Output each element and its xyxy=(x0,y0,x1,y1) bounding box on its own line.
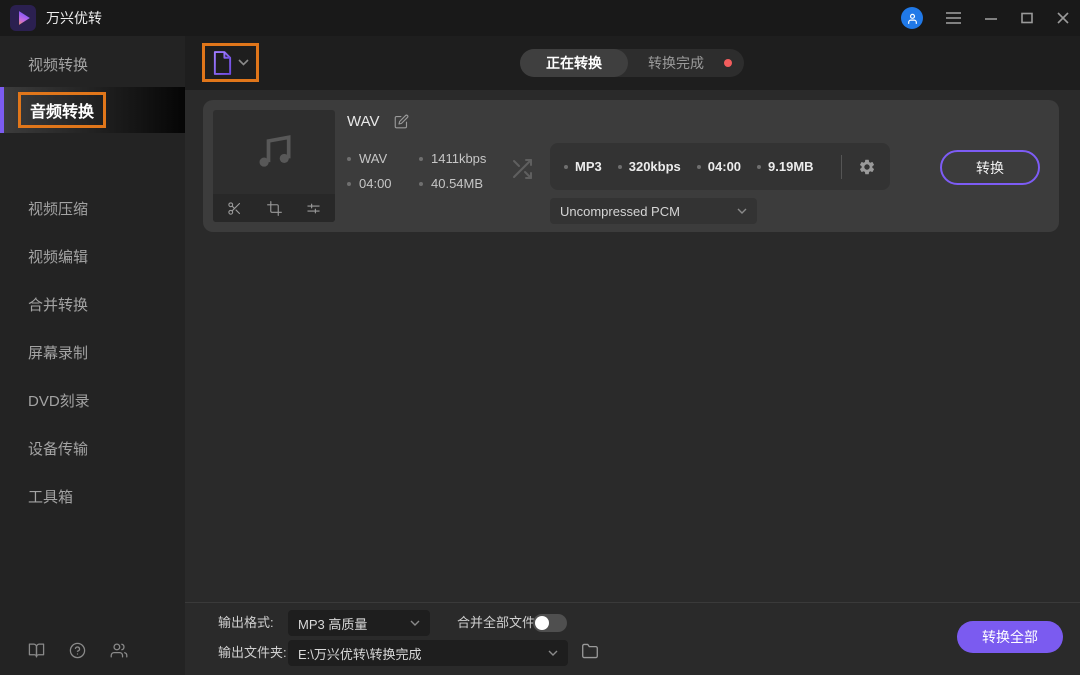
tab-converting[interactable]: 正在转换 xyxy=(520,49,628,77)
target-format: MP3 xyxy=(575,159,602,174)
book-icon[interactable] xyxy=(28,642,45,659)
sidebar-item-merge-convert[interactable]: 合并转换 xyxy=(0,284,185,324)
media-thumbnail xyxy=(213,110,335,222)
source-bitrate: 1411kbps xyxy=(431,151,487,166)
sidebar-item-video-compress[interactable]: 视频压缩 xyxy=(0,188,185,228)
app-title: 万兴优转 xyxy=(46,10,102,26)
source-size: 40.54MB xyxy=(431,176,484,191)
footer-bar: 输出格式: MP3 高质量 合并全部文件 输出文件夹: E:\万兴优转\转换完成… xyxy=(185,602,1080,675)
output-settings-panel[interactable]: MP3 320kbps 04:00 9.19MB xyxy=(550,143,890,190)
source-info: WAV 1411kbps 04:00 40.54MB xyxy=(347,146,486,196)
app-logo-icon xyxy=(10,5,36,31)
sidebar-item-dvd-burn[interactable]: DVD刻录 xyxy=(0,380,185,420)
main-toolbar: 正在转换 转换完成 xyxy=(185,36,1080,90)
status-tabs: 正在转换 转换完成 xyxy=(520,49,744,77)
titlebar: 万兴优转 xyxy=(0,0,1080,36)
annotation-highlight: 音频转换 xyxy=(18,92,107,128)
users-icon[interactable] xyxy=(110,642,128,659)
toggle-knob xyxy=(535,616,549,630)
task-card: WAV WAV 1411kbps 04:00 40.54MB MP3 320kb… xyxy=(203,100,1059,232)
sidebar-item-toolbox[interactable]: 工具箱 xyxy=(0,476,185,516)
hamburger-menu-icon[interactable] xyxy=(945,11,962,25)
effects-sliders-icon[interactable] xyxy=(306,201,321,216)
gear-icon[interactable] xyxy=(858,158,876,176)
convert-button[interactable]: 转换 xyxy=(940,150,1040,185)
folder-icon[interactable] xyxy=(581,643,599,659)
merge-files-toggle[interactable] xyxy=(533,614,567,632)
output-format-dropdown[interactable]: MP3 高质量 xyxy=(288,610,430,636)
sidebar-item-video-edit[interactable]: 视频编辑 xyxy=(0,236,185,276)
music-note-icon xyxy=(252,130,296,174)
add-files-button[interactable] xyxy=(202,43,259,82)
active-accent-bar xyxy=(0,87,4,133)
output-folder-dropdown[interactable]: E:\万兴优转\转换完成 xyxy=(288,640,568,666)
chevron-down-icon xyxy=(238,59,249,66)
tab-finished[interactable]: 转换完成 xyxy=(628,49,724,77)
shuffle-convert-icon xyxy=(508,157,536,181)
crop-icon[interactable] xyxy=(266,200,282,216)
user-avatar-icon[interactable] xyxy=(901,7,923,29)
help-icon[interactable] xyxy=(69,642,86,659)
edit-name-icon[interactable] xyxy=(394,114,409,129)
target-bitrate: 320kbps xyxy=(628,159,681,174)
sidebar-item-audio-convert[interactable]: 音频转换 xyxy=(0,87,185,133)
convert-all-button[interactable]: 转换全部 xyxy=(957,621,1063,653)
file-name: WAV xyxy=(347,113,380,130)
add-file-icon xyxy=(213,50,232,75)
source-duration: 04:00 xyxy=(359,176,392,191)
codec-dropdown[interactable]: Uncompressed PCM xyxy=(550,198,757,224)
output-format-label: 输出格式: xyxy=(218,615,274,630)
sidebar: 视频转换 音频转换 视频压缩 视频编辑 合并转换 屏幕录制 DVD刻录 设备传输… xyxy=(0,36,185,675)
output-format-value: MP3 高质量 xyxy=(298,616,368,632)
target-size: 9.19MB xyxy=(768,159,814,174)
sidebar-item-device-transfer[interactable]: 设备传输 xyxy=(0,428,185,468)
file-title-row: WAV xyxy=(347,113,409,130)
sidebar-item-screen-record[interactable]: 屏幕录制 xyxy=(0,332,185,372)
output-folder-label: 输出文件夹: xyxy=(218,645,287,660)
target-duration: 04:00 xyxy=(707,159,742,174)
sidebar-item-video-convert[interactable]: 视频转换 xyxy=(0,44,185,84)
chevron-down-icon xyxy=(548,650,558,656)
app-window: 万兴优转 视频转换 音频转换 视频压缩 视频编辑 合并转换 屏幕录制 DVD刻录… xyxy=(0,0,1080,675)
close-icon[interactable] xyxy=(1056,11,1070,25)
chevron-down-icon xyxy=(410,620,420,626)
codec-value: Uncompressed PCM xyxy=(560,203,680,219)
divider xyxy=(841,154,842,179)
thumbnail-toolbar xyxy=(213,194,335,222)
chevron-down-icon xyxy=(737,208,747,214)
finished-badge-dot xyxy=(724,59,732,67)
merge-files-label: 合并全部文件 xyxy=(457,615,536,630)
trim-scissors-icon[interactable] xyxy=(227,201,242,216)
maximize-icon[interactable] xyxy=(1020,11,1034,25)
source-format: WAV xyxy=(359,151,388,166)
minimize-icon[interactable] xyxy=(984,11,998,25)
output-folder-value: E:\万兴优转\转换完成 xyxy=(298,646,422,662)
